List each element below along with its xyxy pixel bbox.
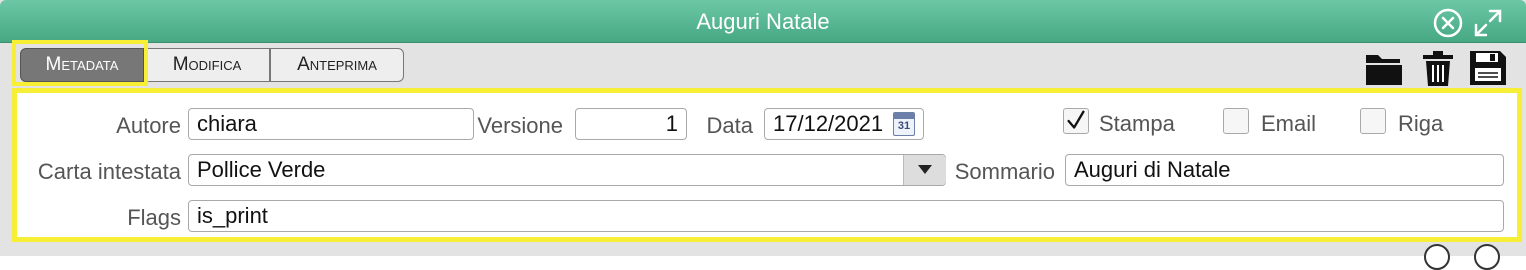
title-bar: Auguri Natale bbox=[0, 0, 1526, 43]
window-title: Auguri Natale bbox=[696, 9, 830, 34]
versione-label: Versione bbox=[477, 113, 563, 138]
riga-checkbox[interactable] bbox=[1360, 108, 1386, 134]
bottom-button-left[interactable] bbox=[1424, 244, 1450, 270]
calendar-icon[interactable]: 31 bbox=[893, 112, 915, 136]
sommario-label: Sommario bbox=[954, 159, 1055, 184]
folder-icon[interactable] bbox=[1364, 49, 1404, 87]
flags-input[interactable]: is_print bbox=[188, 200, 1504, 232]
expand-icon[interactable] bbox=[1472, 7, 1504, 39]
carta-intestata-label: Carta intestata bbox=[37, 159, 181, 184]
stampa-checkbox[interactable] bbox=[1063, 108, 1089, 134]
trash-icon[interactable] bbox=[1418, 49, 1458, 87]
carta-intestata-select[interactable]: Pollice Verde bbox=[188, 154, 946, 186]
tab-anteprima[interactable]: Anteprima bbox=[270, 48, 404, 82]
save-icon[interactable] bbox=[1468, 49, 1508, 87]
tab-metadata[interactable]: Metadata bbox=[20, 48, 144, 82]
flags-label: Flags bbox=[127, 205, 181, 230]
stampa-label: Stampa bbox=[1099, 111, 1175, 136]
data-label: Data bbox=[706, 113, 753, 138]
checkmark-icon bbox=[1067, 110, 1085, 129]
autore-label: Autore bbox=[116, 113, 181, 138]
close-circle-icon[interactable] bbox=[1432, 7, 1464, 39]
riga-label: Riga bbox=[1398, 111, 1444, 136]
tab-modifica[interactable]: Modifica bbox=[144, 48, 270, 82]
email-label: Email bbox=[1261, 111, 1317, 136]
autore-input[interactable]: chiara bbox=[188, 108, 474, 140]
bottom-button-right[interactable] bbox=[1474, 244, 1500, 270]
calendar-day: 31 bbox=[897, 120, 911, 132]
metadata-form: Autore chiara Versione 1 Data 17/12/2021… bbox=[12, 88, 1522, 242]
email-checkbox[interactable] bbox=[1223, 108, 1249, 134]
versione-input[interactable]: 1 bbox=[575, 108, 687, 140]
sommario-input[interactable]: Auguri di Natale bbox=[1065, 154, 1504, 186]
dialog-window: Auguri Natale Metadata Modifica Anteprim… bbox=[0, 0, 1526, 270]
